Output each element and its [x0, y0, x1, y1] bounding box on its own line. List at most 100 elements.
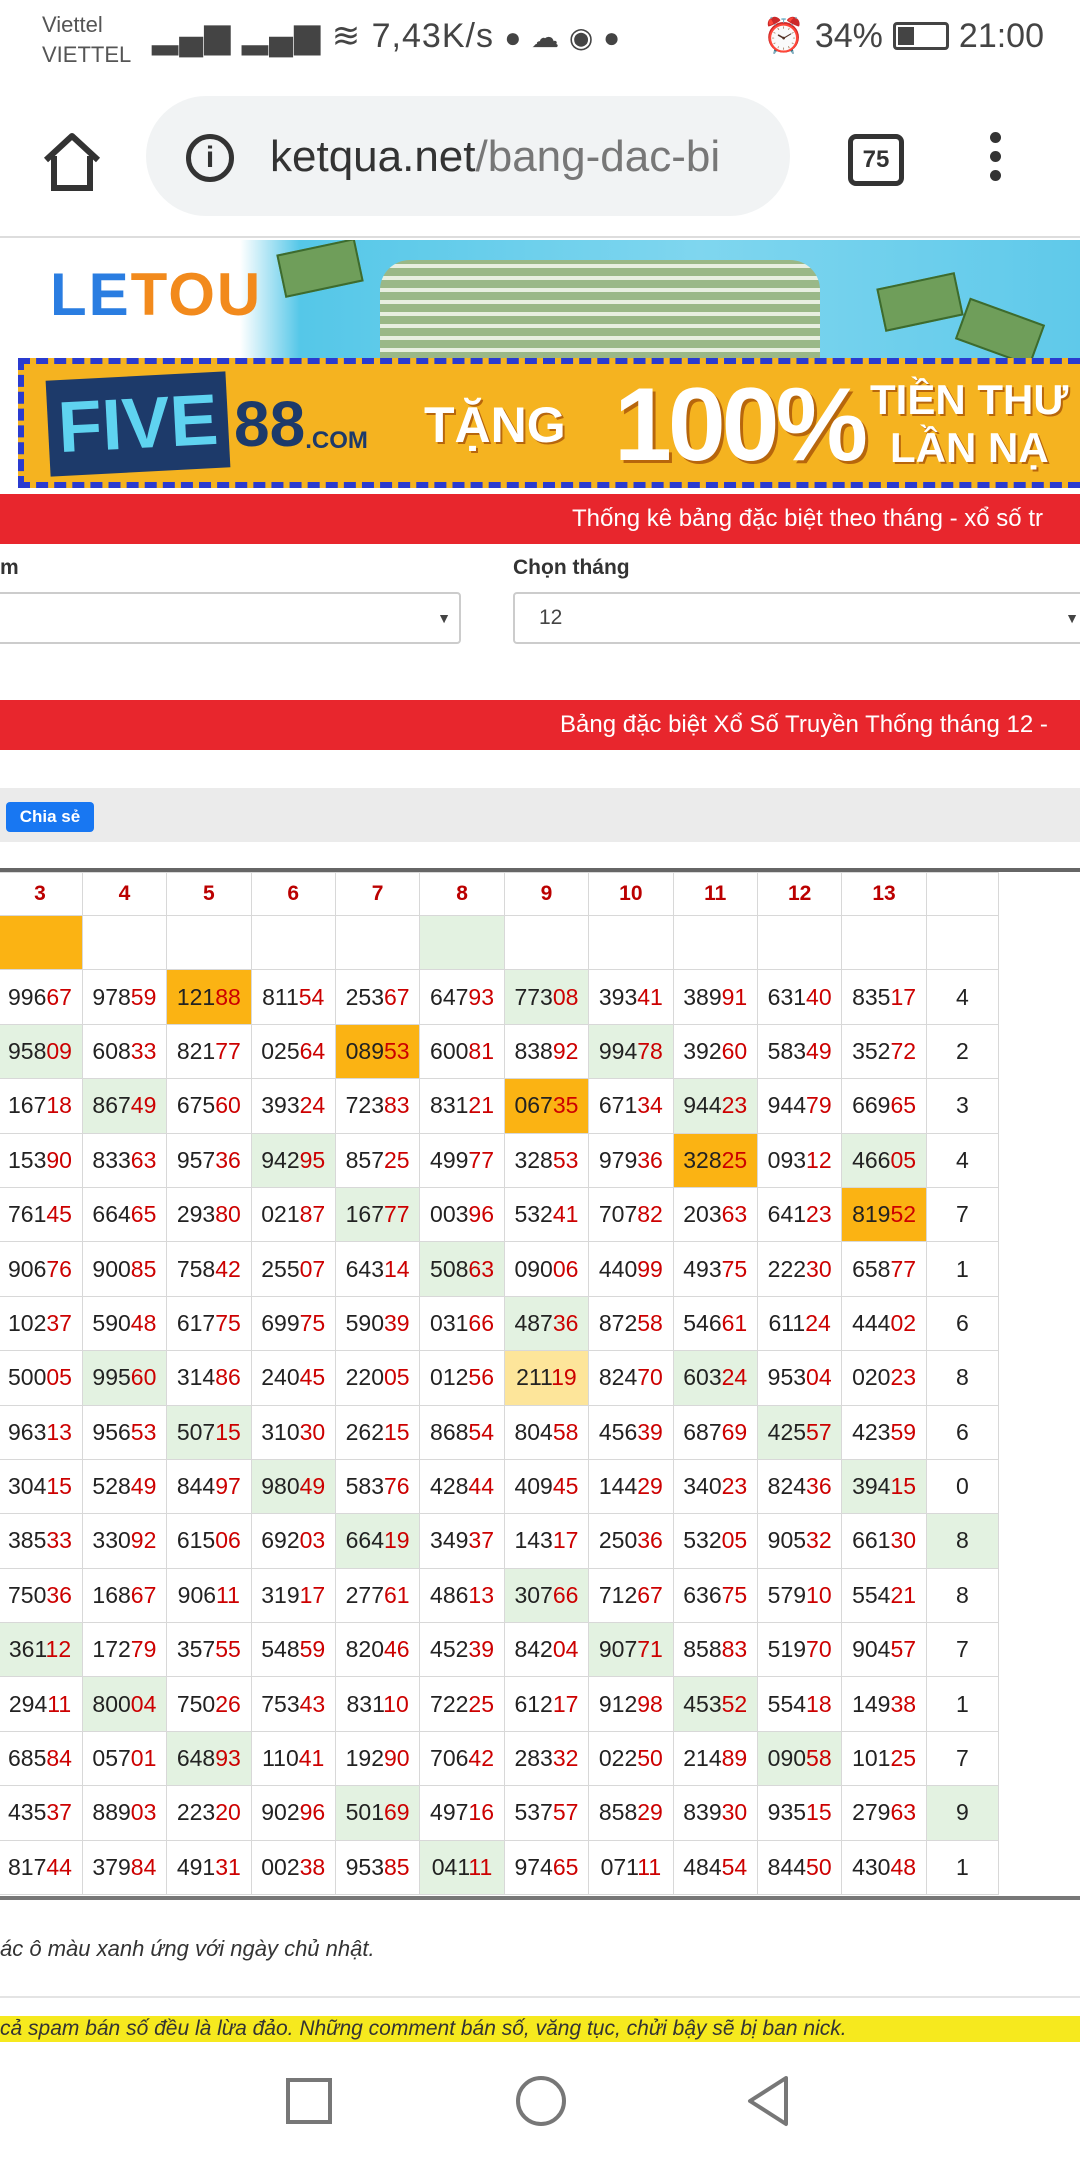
result-cell: 94295	[250, 1132, 336, 1188]
result-cell: 90532	[756, 1513, 843, 1569]
table-row: 797	[0, 914, 1000, 971]
five88-ad-banner[interactable]: FIVE 88 .COM TẶNG 100% TIỀN THƯ LẦN NẠ	[18, 358, 1080, 488]
result-cell	[81, 914, 168, 971]
result-cell: 98049	[250, 1458, 336, 1515]
result-cell: 12188	[166, 969, 252, 1025]
result-cell: 53757	[503, 1785, 590, 1841]
table-section-header: Bảng đặc biệt Xổ Số Truyền Thống tháng 1…	[0, 700, 1080, 750]
result-cell: 39341	[588, 969, 674, 1025]
result-cell: 9	[925, 1785, 1000, 1841]
result-cell: 66130	[841, 1513, 927, 1569]
dropdown-caret-icon: ▼	[1065, 610, 1079, 626]
result-cell: 52849	[81, 1458, 168, 1515]
url-text[interactable]: ketqua.net/bang-dac-bi	[270, 132, 770, 182]
clock: 21:00	[958, 16, 1044, 55]
result-cell: 84497	[166, 1458, 252, 1515]
column-header: 12	[756, 872, 843, 916]
result-cell: 8	[925, 1350, 1000, 1406]
ad-text-tang: TẶNG	[424, 397, 566, 453]
result-cell: 16777	[334, 1186, 421, 1243]
letou-ad-banner[interactable]: LETOU	[0, 240, 1080, 358]
result-cell: 61217	[503, 1676, 590, 1732]
battery-percent: 34%	[814, 16, 883, 55]
result-cell: 49131	[166, 1839, 252, 1896]
result-cell: 75842	[166, 1241, 252, 1297]
result-cell: 01256	[419, 1350, 505, 1406]
result-cell: 60081	[419, 1023, 505, 1080]
tab-switcher-button[interactable]: 75	[848, 134, 904, 186]
overflow-menu-icon[interactable]	[980, 132, 1010, 192]
share-button[interactable]: Chia sẻ	[6, 802, 94, 832]
result-cell: 34937	[419, 1513, 505, 1569]
result-cell: 35272	[841, 1023, 927, 1080]
result-cell: 75036	[0, 1567, 83, 1624]
result-cell: 28332	[503, 1730, 590, 1787]
result-cell	[0, 914, 83, 971]
result-cell: 50005	[0, 1350, 83, 1406]
month-label: Chọn tháng	[513, 556, 630, 579]
address-bar[interactable]: i ketqua.net/bang-dac-bi	[146, 96, 790, 216]
result-cell: 31486	[166, 1350, 252, 1406]
result-cell: 99667	[0, 969, 83, 1025]
table-row: 2911671886749675603932472383831210673567…	[0, 1078, 1000, 1134]
result-cell: 87258	[588, 1295, 674, 1352]
result-cell: 85725	[334, 1132, 421, 1188]
column-header: 4	[81, 872, 168, 916]
result-cell: 07111	[588, 1839, 674, 1896]
table-row: 9946858405701648931104119290706422833202…	[0, 1730, 1000, 1787]
result-cell: 83517	[841, 969, 927, 1025]
month-select[interactable]: 12 ▼	[513, 592, 1080, 644]
result-cell	[841, 914, 927, 971]
result-cell: 58376	[334, 1458, 421, 1515]
result-cell: 40945	[503, 1458, 590, 1515]
result-cell: 1	[925, 1241, 1000, 1297]
result-cell: 20363	[672, 1186, 758, 1243]
home-icon[interactable]	[40, 130, 104, 194]
result-cell: 38533	[0, 1513, 83, 1569]
result-cell: 35755	[166, 1622, 252, 1678]
result-cell	[503, 914, 590, 971]
result-cell: 86749	[81, 1078, 168, 1134]
result-cell: 31917	[250, 1567, 336, 1624]
result-cell: 36112	[0, 1622, 83, 1678]
result-cell: 44402	[841, 1295, 927, 1352]
home-nav-icon[interactable]	[516, 2076, 566, 2126]
recents-icon[interactable]	[286, 2078, 332, 2124]
table-row: 7817614566465293800218716777003965324170…	[0, 1186, 1000, 1243]
result-cell: 02564	[250, 1023, 336, 1080]
result-cell: 45239	[419, 1622, 505, 1678]
result-cell: 19290	[334, 1730, 421, 1787]
result-cell: 81952	[841, 1186, 927, 1243]
result-cell: 95809	[0, 1023, 83, 1080]
table-row: 8709580960833821770256408953600818389299…	[0, 1023, 1000, 1080]
result-cell: 49977	[419, 1132, 505, 1188]
result-cell: 49716	[419, 1785, 505, 1841]
result-cell: 00238	[250, 1839, 336, 1896]
result-cell: 14429	[588, 1458, 674, 1515]
result-cell: 45352	[672, 1676, 758, 1732]
table-row: 8413611217279357555485982046452398420490…	[0, 1622, 1000, 1678]
column-header: 10	[588, 872, 674, 916]
signal-icon: ▂▄▆	[152, 17, 232, 55]
result-cell: 90296	[250, 1785, 336, 1841]
result-cell: 11041	[250, 1730, 336, 1787]
result-cell: 30415	[0, 1458, 83, 1515]
result-cell: 94479	[756, 1078, 843, 1134]
result-cell: 31030	[250, 1404, 336, 1460]
status-bar: Viettel VIETTEL ▂▄▆ ▂▄▆ ≋ 7,43K/s ● ☁ ◉ …	[0, 0, 1080, 80]
result-cell: 10237	[0, 1295, 83, 1352]
info-icon[interactable]: i	[186, 134, 234, 182]
result-cell: 4	[925, 1132, 1000, 1188]
table-row: 4569966797859121888115425367647937730839…	[0, 969, 1000, 1025]
warning-banner: cả spam bán số đều là lừa đảo. Những com…	[0, 2016, 1080, 2042]
result-cell: 46605	[841, 1132, 927, 1188]
result-cell: 67134	[588, 1078, 674, 1134]
alarm-icon: ⏰	[762, 17, 805, 55]
results-table-container[interactable]: 2345678910111213797456996679785912188811…	[0, 868, 1080, 1900]
back-icon[interactable]	[744, 2074, 792, 2128]
table-row: 7573853333092615066920366419349371431725…	[0, 1513, 1000, 1569]
result-cell: 22320	[166, 1785, 252, 1841]
year-select[interactable]: ▼	[0, 592, 461, 644]
result-cell: 63140	[756, 969, 843, 1025]
result-cell: 71267	[588, 1567, 674, 1624]
